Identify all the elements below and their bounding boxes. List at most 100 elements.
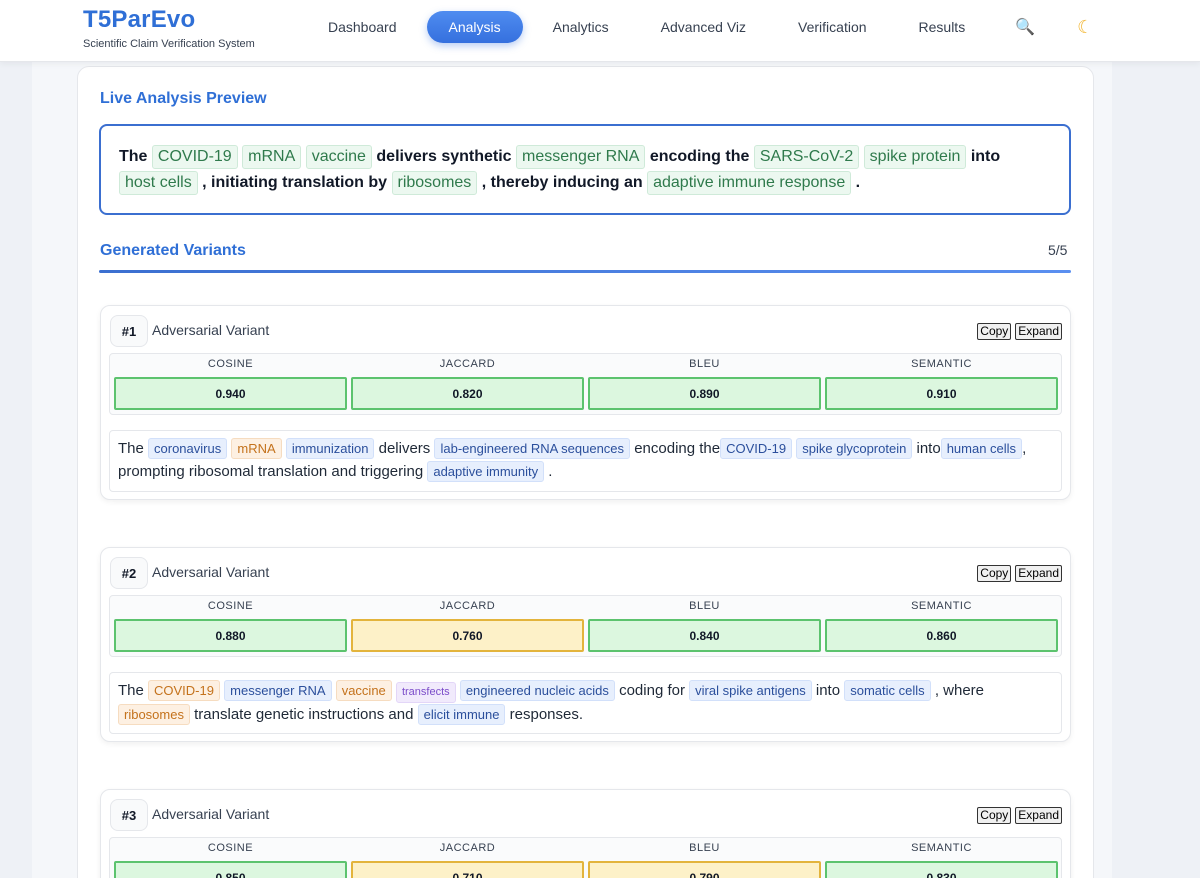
card-actions: Copy Expand xyxy=(977,807,1062,824)
changed-token: COVID-19 xyxy=(148,680,220,701)
variant-text-segment: delivers xyxy=(374,440,435,457)
variant-title: Adversarial Variant xyxy=(152,564,270,580)
metric-jaccard: JACCARD 0.820 xyxy=(351,354,584,410)
expand-button[interactable]: Expand xyxy=(1015,565,1062,582)
metric-value: 0.940 xyxy=(114,377,347,410)
variant-text-segment: translate genetic instructions and xyxy=(189,706,418,723)
copy-button[interactable]: Copy xyxy=(977,323,1012,340)
variant-number-badge: #3 xyxy=(110,799,148,831)
variant-text-segment: into xyxy=(912,440,941,457)
changed-token: elicit immune xyxy=(417,704,506,725)
preview-text: , initiating translation by xyxy=(197,174,392,191)
changed-token: human cells xyxy=(940,438,1023,459)
metric-value: 0.880 xyxy=(114,619,347,652)
changed-token: viral spike antigens xyxy=(689,680,812,701)
variant-title: Adversarial Variant xyxy=(152,806,270,822)
changed-token: ribosomes xyxy=(118,704,190,725)
app-title[interactable]: T5ParEvo xyxy=(83,6,195,34)
metric-bleu: BLEU 0.840 xyxy=(588,596,821,652)
highlighted-term: spike protein xyxy=(863,145,967,169)
preview-text: , thereby inducing an xyxy=(477,174,648,191)
highlighted-term: messenger RNA xyxy=(516,145,646,169)
variants-count: 5/5 xyxy=(1048,242,1068,258)
card-actions: Copy Expand xyxy=(977,323,1062,340)
metric-label: BLEU xyxy=(689,842,720,854)
moon-icon[interactable]: ☾ xyxy=(1069,11,1101,43)
variant-text: The COVID-19 messenger RNA vaccine trans… xyxy=(109,672,1062,734)
metric-label: BLEU xyxy=(689,358,720,370)
nav-verification[interactable]: Verification xyxy=(776,11,888,43)
metric-semantic: SEMANTIC 0.910 xyxy=(825,354,1058,410)
variant-text-segment: The xyxy=(118,682,149,699)
metric-value: 0.850 xyxy=(114,861,347,878)
variant-title: Adversarial Variant xyxy=(152,322,270,338)
variant-text-segment: encoding the xyxy=(630,440,721,457)
changed-token: engineered nucleic acids xyxy=(459,680,615,701)
metric-value: 0.860 xyxy=(825,619,1058,652)
metric-value: 0.830 xyxy=(825,861,1058,878)
highlighted-term: ribosomes xyxy=(391,171,478,195)
metric-semantic: SEMANTIC 0.830 xyxy=(825,838,1058,878)
changed-token: coronavirus xyxy=(148,438,228,459)
highlighted-term: COVID-19 xyxy=(151,145,238,169)
metric-value: 0.790 xyxy=(588,861,821,878)
changed-token: immunization xyxy=(285,438,375,459)
app-subtitle: Scientific Claim Verification System xyxy=(83,38,255,50)
preview-text: delivers synthetic xyxy=(371,148,517,165)
changed-token: adaptive immunity xyxy=(427,461,545,482)
metrics-row: COSINE 0.880 JACCARD 0.760 BLEU 0.840 SEMANTIC… xyxy=(109,595,1062,657)
metric-value: 0.710 xyxy=(351,861,584,878)
metric-label: COSINE xyxy=(207,842,254,854)
highlighted-term: host cells xyxy=(119,171,198,195)
metric-value: 0.840 xyxy=(588,619,821,652)
variant-text-segment: The xyxy=(118,440,149,457)
metric-bleu: BLEU 0.790 xyxy=(588,838,821,878)
metric-jaccard: JACCARD 0.760 xyxy=(351,596,584,652)
expand-button[interactable]: Expand xyxy=(1015,323,1062,340)
generated-variants-title: Generated Variants xyxy=(100,242,246,259)
expand-button[interactable]: Expand xyxy=(1015,807,1062,824)
changed-token: messenger RNA xyxy=(224,680,332,701)
metric-label: SEMANTIC xyxy=(911,842,972,854)
metric-value: 0.820 xyxy=(351,377,584,410)
nav-analysis[interactable]: Analysis xyxy=(426,11,523,43)
variant-text-segment: , where xyxy=(930,682,985,699)
metric-value: 0.760 xyxy=(351,619,584,652)
card-actions: Copy Expand xyxy=(977,565,1062,582)
metric-cosine: COSINE 0.850 xyxy=(114,838,347,878)
variant-text: The coronavirus mRNA immunization delive… xyxy=(109,430,1062,492)
metric-label: JACCARD xyxy=(439,842,496,854)
metric-label: COSINE xyxy=(207,600,254,612)
nav-advanced-viz[interactable]: Advanced Viz xyxy=(639,11,768,43)
copy-button[interactable]: Copy xyxy=(977,807,1012,824)
metric-label: BLEU xyxy=(689,600,720,612)
variant-card: #3 Adversarial Variant Copy Expand COSINE 0.8… xyxy=(100,789,1071,878)
variant-text-segment: into xyxy=(811,682,845,699)
search-icon[interactable]: 🔍 xyxy=(1009,11,1041,43)
highlighted-term: SARS-CoV-2 xyxy=(753,145,860,169)
changed-token: COVID-19 xyxy=(720,438,793,459)
live-preview-box: The COVID-19 mRNA vaccine delivers synth… xyxy=(99,124,1071,215)
changed-token: mRNA xyxy=(231,438,282,459)
changed-token: lab-engineered RNA sequences xyxy=(434,438,631,459)
metric-label: COSINE xyxy=(207,358,254,370)
variants-divider xyxy=(99,270,1071,273)
changed-token: somatic cells xyxy=(844,680,931,701)
metric-jaccard: JACCARD 0.710 xyxy=(351,838,584,878)
live-preview-title: Live Analysis Preview xyxy=(100,90,267,107)
metric-cosine: COSINE 0.880 xyxy=(114,596,347,652)
preview-text: . xyxy=(851,174,861,191)
nav-analytics[interactable]: Analytics xyxy=(531,11,631,43)
variant-text-segment: responses. xyxy=(505,706,584,723)
metric-label: SEMANTIC xyxy=(911,358,972,370)
nav-results[interactable]: Results xyxy=(897,11,988,43)
copy-button[interactable]: Copy xyxy=(977,565,1012,582)
metrics-row: COSINE 0.850 JACCARD 0.710 BLEU 0.790 SEMANTIC… xyxy=(109,837,1062,878)
metric-value: 0.890 xyxy=(588,377,821,410)
top-header: T5ParEvo Scientific Claim Verification S… xyxy=(0,0,1200,62)
metric-bleu: BLEU 0.890 xyxy=(588,354,821,410)
highlighted-term: mRNA xyxy=(242,145,302,169)
variant-card: #2 Adversarial Variant Copy Expand COSINE 0.8… xyxy=(100,547,1071,742)
nav-dashboard[interactable]: Dashboard xyxy=(306,11,419,43)
changed-token: transfects xyxy=(395,682,456,703)
